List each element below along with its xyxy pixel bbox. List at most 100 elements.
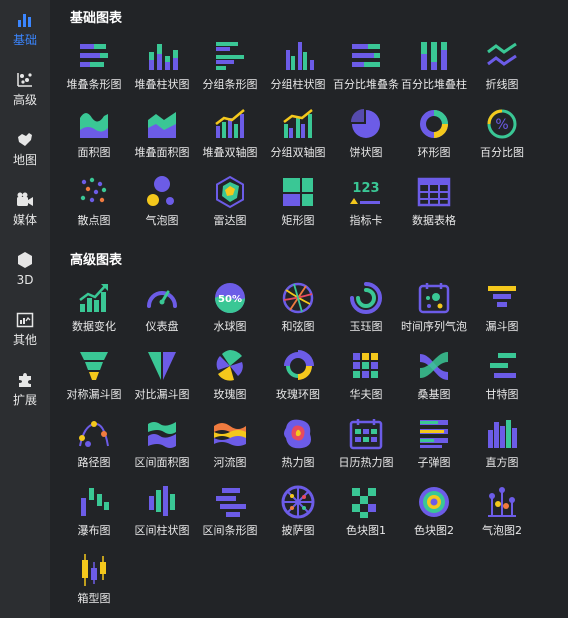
chart-type-label: 分组双轴图 xyxy=(270,146,326,159)
chart-type-line-chart[interactable]: 折线图 xyxy=(468,36,536,100)
chart-type-label: 堆叠双轴图 xyxy=(202,146,258,159)
chart-type-data-change[interactable]: 数据变化 xyxy=(60,278,128,342)
waffle-chart-icon xyxy=(348,348,384,384)
chart-type-gauge[interactable]: 仪表盘 xyxy=(128,278,196,342)
stacked-bar-icon xyxy=(76,38,112,74)
chart-type-label: 气泡图 xyxy=(145,214,179,227)
rose-chart-icon xyxy=(212,348,248,384)
chart-type-label: 披萨图 xyxy=(281,524,315,537)
chart-type-treemap[interactable]: 矩形图 xyxy=(264,172,332,236)
sidebar-item-5[interactable]: 其他 xyxy=(0,300,50,356)
chart-type-bullet-chart[interactable]: 子弹图 xyxy=(400,414,468,478)
chart-type-label: 对比漏斗图 xyxy=(134,388,190,401)
waterfall-chart-icon xyxy=(76,484,112,520)
chart-type-liquid-ball[interactable]: 50% 水球图 xyxy=(196,278,264,342)
sidebar-item-0[interactable]: 基础 xyxy=(0,0,50,56)
chart-type-sankey[interactable]: 桑基图 xyxy=(400,346,468,410)
chart-type-stacked-bar[interactable]: 堆叠条形图 xyxy=(60,36,128,100)
chart-type-rose-chart[interactable]: 玫瑰图 xyxy=(196,346,264,410)
section-title-basic: 基础图表 xyxy=(70,11,123,26)
svg-text:%: % xyxy=(495,117,508,133)
chart-type-label: 折线图 xyxy=(485,78,519,91)
chart-type-stacked-area[interactable]: 堆叠面积图 xyxy=(128,104,196,168)
chart-type-histogram[interactable]: 直方图 xyxy=(468,414,536,478)
chart-type-grouped-dual-axis[interactable]: 分组双轴图 xyxy=(264,104,332,168)
sidebar-item-1[interactable]: 高级 xyxy=(0,60,50,116)
stream-chart-icon xyxy=(212,416,248,452)
chart-type-label: 面积图 xyxy=(77,146,111,159)
chart-type-label: 饼状图 xyxy=(349,146,383,159)
chart-type-range-column[interactable]: 区间柱状图 xyxy=(128,482,196,546)
chart-type-color-block2[interactable]: 色块图2 xyxy=(400,482,468,546)
chart-type-metric-card[interactable]: 123 指标卡 xyxy=(332,172,400,236)
sidebar-item-4[interactable]: 3D xyxy=(0,240,50,296)
chart-type-stream-chart[interactable]: 河流图 xyxy=(196,414,264,478)
percent-stacked-bar-icon xyxy=(348,38,384,74)
chart-type-grouped-bar[interactable]: 分组条形图 xyxy=(196,36,264,100)
color-block2-icon xyxy=(416,484,452,520)
sidebar-item-label: 扩展 xyxy=(12,393,37,407)
chart-type-data-table[interactable]: 数据表格 xyxy=(400,172,468,236)
chart-type-pizza-chart[interactable]: 披萨图 xyxy=(264,482,332,546)
chart-type-label: 直方图 xyxy=(485,456,519,469)
chart-type-chord-chart[interactable]: 和弦图 xyxy=(264,278,332,342)
funnel-icon xyxy=(484,280,520,316)
chart-type-percent-stacked-column[interactable]: 百分比堆叠柱 xyxy=(400,36,468,100)
chart-type-pie-chart[interactable]: 饼状图 xyxy=(332,104,400,168)
sidebar-item-2[interactable]: 地图 xyxy=(0,120,50,176)
chart-type-bubble-chart[interactable]: 气泡图 xyxy=(128,172,196,236)
chart-type-range-bar[interactable]: 区间条形图 xyxy=(196,482,264,546)
chart-type-color-block1[interactable]: 色块图1 xyxy=(332,482,400,546)
bubble-chart2-icon xyxy=(484,484,520,520)
chart-type-range-area[interactable]: 区间面积图 xyxy=(128,414,196,478)
chart-type-label: 河流图 xyxy=(213,456,247,469)
comparison-funnel-icon xyxy=(144,348,180,384)
chart-type-label: 玫瑰环图 xyxy=(276,388,320,401)
rose-donut-icon xyxy=(280,348,316,384)
chart-type-scatter[interactable]: 散点图 xyxy=(60,172,128,236)
chart-type-heatmap[interactable]: 热力图 xyxy=(264,414,332,478)
chart-type-stacked-dual-axis[interactable]: 堆叠双轴图 xyxy=(196,104,264,168)
chart-type-calendar-heatmap[interactable]: 日历热力图 xyxy=(332,414,400,478)
chart-type-donut-chart[interactable]: 环形图 xyxy=(400,104,468,168)
stacked-area-icon xyxy=(144,106,180,142)
chart-type-radial-bar[interactable]: 玉珏图 xyxy=(332,278,400,342)
sidebar-item-label: 3D xyxy=(16,273,34,287)
pizza-chart-icon xyxy=(280,484,316,520)
chart-type-rose-donut[interactable]: 玫瑰环图 xyxy=(264,346,332,410)
sankey-icon xyxy=(416,348,452,384)
chart-type-radar-chart[interactable]: 雷达图 xyxy=(196,172,264,236)
camera-icon xyxy=(16,191,34,209)
chart-type-bubble-chart2[interactable]: 气泡图2 xyxy=(468,482,536,546)
chart-type-symmetric-funnel[interactable]: 对称漏斗图 xyxy=(60,346,128,410)
chart-type-label: 环形图 xyxy=(417,146,451,159)
chart-type-percent-chart[interactable]: % 百分比图 xyxy=(468,104,536,168)
metric-card-icon: 123 xyxy=(348,174,384,210)
cube-icon xyxy=(16,251,34,269)
path-chart-icon xyxy=(76,416,112,452)
chart-type-waterfall-chart[interactable]: 瀑布图 xyxy=(60,482,128,546)
gantt-chart-icon xyxy=(484,348,520,384)
chart-type-waffle-chart[interactable]: 华夫图 xyxy=(332,346,400,410)
chart-type-label: 指标卡 xyxy=(349,214,383,227)
chart-type-grouped-column[interactable]: 分组柱状图 xyxy=(264,36,332,100)
chart-type-area-chart[interactable]: 面积图 xyxy=(60,104,128,168)
stacked-column-icon xyxy=(144,38,180,74)
chart-type-percent-stacked-bar[interactable]: 百分比堆叠条 xyxy=(332,36,400,100)
chart-type-stacked-column[interactable]: 堆叠柱状图 xyxy=(128,36,196,100)
sidebar-item-3[interactable]: 媒体 xyxy=(0,180,50,236)
chart-type-label: 百分比图 xyxy=(480,146,524,159)
chart-type-funnel[interactable]: 漏斗图 xyxy=(468,278,536,342)
chart-type-label: 和弦图 xyxy=(281,320,315,333)
chart-type-comparison-funnel[interactable]: 对比漏斗图 xyxy=(128,346,196,410)
chart-type-boxplot[interactable]: 箱型图 xyxy=(60,550,128,614)
color-block1-icon xyxy=(348,484,384,520)
sidebar-item-label: 基础 xyxy=(12,33,37,47)
chart-type-time-series-bubble[interactable]: 时间序列气泡 xyxy=(400,278,468,342)
chart-type-label: 华夫图 xyxy=(349,388,383,401)
sidebar-item-6[interactable]: 扩展 xyxy=(0,360,50,416)
chart-type-gantt-chart[interactable]: 甘特图 xyxy=(468,346,536,410)
chart-type-label: 玫瑰图 xyxy=(213,388,247,401)
chart-type-path-chart[interactable]: 路径图 xyxy=(60,414,128,478)
liquid-ball-icon: 50% xyxy=(212,280,248,316)
